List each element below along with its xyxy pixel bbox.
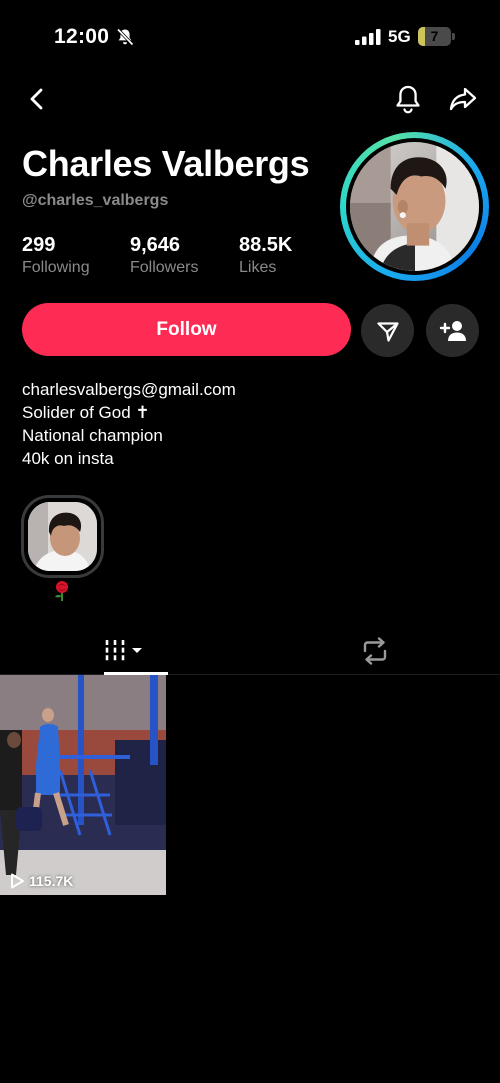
stat-followers-value: 9,646 (130, 234, 181, 256)
profile-tabs (0, 627, 500, 675)
bio-line: 40k on insta (22, 449, 114, 468)
video-view-count: 115.7K (8, 872, 73, 890)
highlight-photo (28, 502, 97, 571)
bio-line: National champion (22, 426, 163, 445)
bell-slash-icon (115, 27, 135, 47)
share-arrow-icon (449, 87, 477, 111)
notifications-button[interactable] (391, 82, 425, 116)
network-label: 5G (388, 27, 411, 46)
signal-icon (355, 29, 381, 45)
stat-following-label: Following (22, 259, 90, 276)
battery-icon: 7 (418, 27, 455, 46)
rose-icon: 🌹 (52, 580, 72, 602)
bell-icon (396, 85, 420, 114)
stat-following[interactable]: 299 Following (22, 234, 90, 279)
back-button[interactable] (20, 82, 54, 116)
stat-likes-value: 88.5K (239, 234, 293, 256)
status-time: 12:00 (54, 25, 110, 48)
status-bar: 12:00 5G 7 (0, 0, 500, 75)
play-icon (11, 873, 24, 889)
follow-button[interactable]: Follow (22, 303, 351, 356)
share-button[interactable] (446, 82, 480, 116)
message-button[interactable] (361, 304, 414, 357)
bio-email[interactable]: charlesvalbergs@gmail.com (22, 378, 236, 401)
stat-followers-label: Followers (130, 259, 199, 276)
stat-following-value: 299 (22, 234, 56, 256)
avatar-photo (350, 142, 479, 271)
stat-likes[interactable]: 88.5K Likes (239, 234, 292, 279)
video-thumbnail[interactable]: 115.7K (0, 675, 166, 895)
chevron-left-icon (30, 88, 43, 110)
battery-level: 7 (430, 28, 439, 44)
tab-reposts[interactable] (250, 627, 500, 674)
display-name: Charles Valbergs (22, 143, 310, 184)
repost-icon (363, 636, 387, 665)
username: @charles_valbergs (22, 192, 169, 209)
add-friend-button[interactable] (426, 304, 479, 357)
video-preview-image (0, 675, 166, 895)
stat-followers[interactable]: 9,646 Followers (130, 234, 198, 279)
avatar[interactable] (340, 132, 489, 281)
tab-videos[interactable] (0, 627, 250, 674)
paper-plane-icon (376, 321, 399, 342)
chevron-down-icon (132, 647, 142, 653)
add-user-icon (439, 320, 466, 341)
stat-likes-label: Likes (239, 259, 277, 276)
grid-bars-icon (105, 639, 142, 662)
bio-line: Solider of God ✝ (22, 403, 150, 422)
bio: charlesvalbergs@gmail.com Solider of God… (22, 378, 236, 470)
video-views-text: 115.7K (29, 873, 74, 889)
story-highlight[interactable] (21, 495, 104, 578)
